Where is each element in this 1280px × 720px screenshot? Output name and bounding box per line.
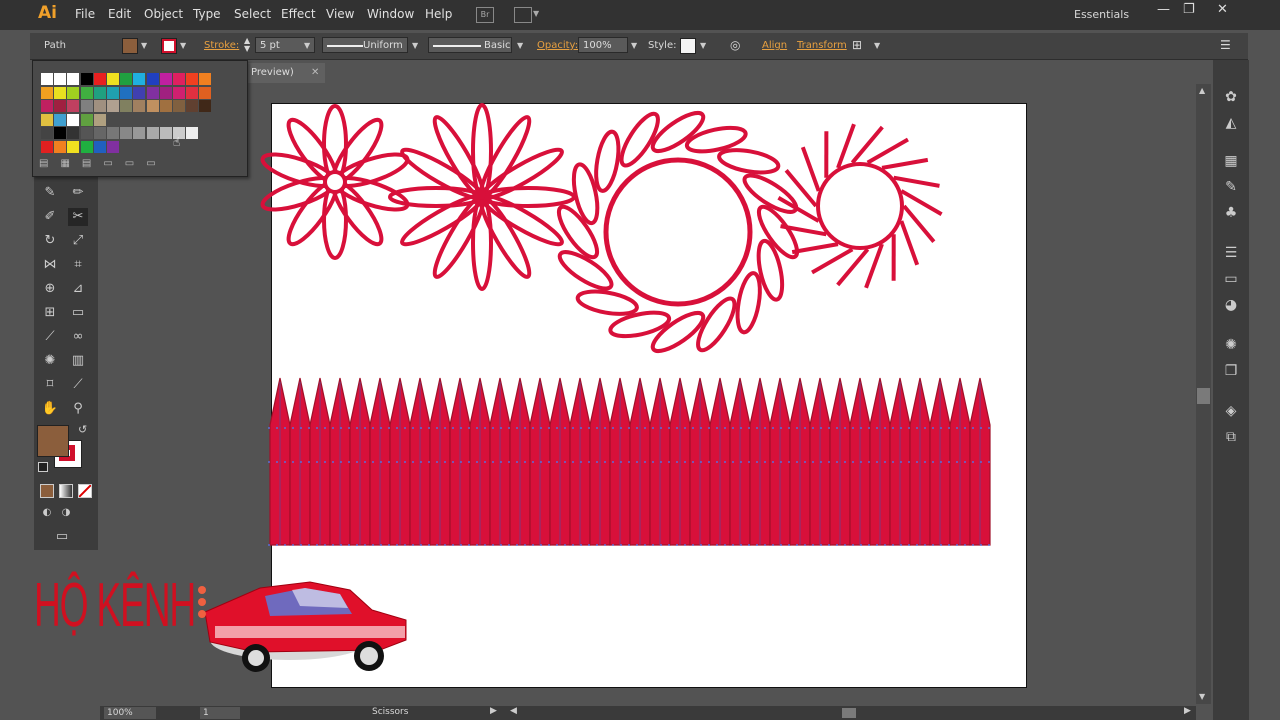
flower-petal <box>594 129 621 193</box>
swatches-panel-icon[interactable]: ▦ <box>1221 152 1241 170</box>
flower-center <box>323 170 347 194</box>
scroll-thumb[interactable] <box>1197 388 1210 404</box>
flower-petal <box>735 271 762 335</box>
flower-center <box>603 157 753 307</box>
zoom-field[interactable]: 100% <box>104 707 156 719</box>
sun-ray <box>893 175 940 188</box>
stroke-panel-icon[interactable]: ☰ <box>1221 244 1241 262</box>
scroll-left-icon[interactable]: ◀ <box>510 706 517 716</box>
color-guide-icon[interactable]: ◭ <box>1221 114 1241 132</box>
scroll-down-icon[interactable]: ▼ <box>1199 692 1205 701</box>
channel-watermark: HỘ KÊNH <box>34 571 196 640</box>
car-graphic <box>198 581 407 672</box>
sun-ray <box>811 247 854 275</box>
fence-group[interactable] <box>268 377 991 546</box>
status-menu-icon[interactable]: ▶ <box>490 706 497 716</box>
horizontal-scroll-thumb[interactable] <box>842 708 856 718</box>
artboards-panel-icon[interactable]: ⧉ <box>1221 428 1241 446</box>
graphic-styles-icon[interactable]: ❐ <box>1221 362 1241 380</box>
vertical-scrollbar[interactable]: ▲ ▼ <box>1196 84 1211 704</box>
scroll-up-icon[interactable]: ▲ <box>1199 86 1205 95</box>
sun-ray <box>881 157 929 170</box>
status-bar: 100% 1 Scissors ▶ ◀ ▶ <box>100 706 1196 720</box>
color-panel-icon[interactable]: ✿ <box>1221 88 1241 106</box>
sun-ray <box>866 137 909 165</box>
sun-ray <box>899 220 920 266</box>
sun-center <box>816 162 904 250</box>
transparency-panel-icon[interactable]: ◕ <box>1221 296 1241 314</box>
gradient-panel-icon[interactable]: ▭ <box>1221 270 1241 288</box>
scroll-right-icon[interactable]: ▶ <box>1184 706 1191 716</box>
layers-panel-icon[interactable]: ◈ <box>1221 402 1241 420</box>
sun-ray <box>800 146 821 192</box>
current-tool-status: Scissors <box>372 707 409 717</box>
flower-petal <box>575 289 639 316</box>
sun-ray <box>791 242 839 255</box>
symbols-panel-icon[interactable]: ♣ <box>1221 204 1241 222</box>
artboard-number-field[interactable]: 1 <box>200 707 240 719</box>
panel-dock: ✿ ◭ ▦ ✎ ♣ ☰ ▭ ◕ ✺ ❐ ◈ ⧉ <box>1213 60 1249 720</box>
flower-petal <box>717 148 781 175</box>
brushes-panel-icon[interactable]: ✎ <box>1221 178 1241 196</box>
flowers-group[interactable] <box>259 103 943 357</box>
appearance-panel-icon[interactable]: ✺ <box>1221 336 1241 354</box>
